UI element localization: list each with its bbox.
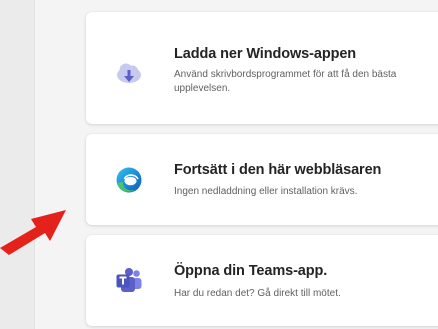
cloud-download-icon: [117, 63, 141, 83]
option-title: Ladda ner Windows-appen: [174, 46, 357, 62]
edge-browser-icon: [116, 167, 142, 193]
left-sidebar-strip: [0, 0, 35, 329]
option-title: Fortsätt i den här webbläsaren: [174, 162, 382, 178]
option-description: Ingen nedladdning eller installation krä…: [174, 186, 358, 197]
option-description: Har du redan det? Gå direkt till mötet.: [174, 288, 341, 299]
download-windows-app-option[interactable]: Ladda ner Windows-appen Använd skrivbord…: [86, 12, 438, 124]
open-teams-app-option[interactable]: Öppna din Teams-app. Har du redan det? G…: [86, 235, 438, 326]
option-title: Öppna din Teams-app.: [174, 263, 328, 279]
teams-icon: [116, 268, 142, 292]
red-annotation-arrow: [0, 210, 66, 255]
option-description: Använd skrivbordsprogrammet för att få d…: [174, 69, 397, 94]
continue-in-browser-option[interactable]: Fortsätt i den här webbläsaren Ingen ned…: [86, 134, 438, 225]
